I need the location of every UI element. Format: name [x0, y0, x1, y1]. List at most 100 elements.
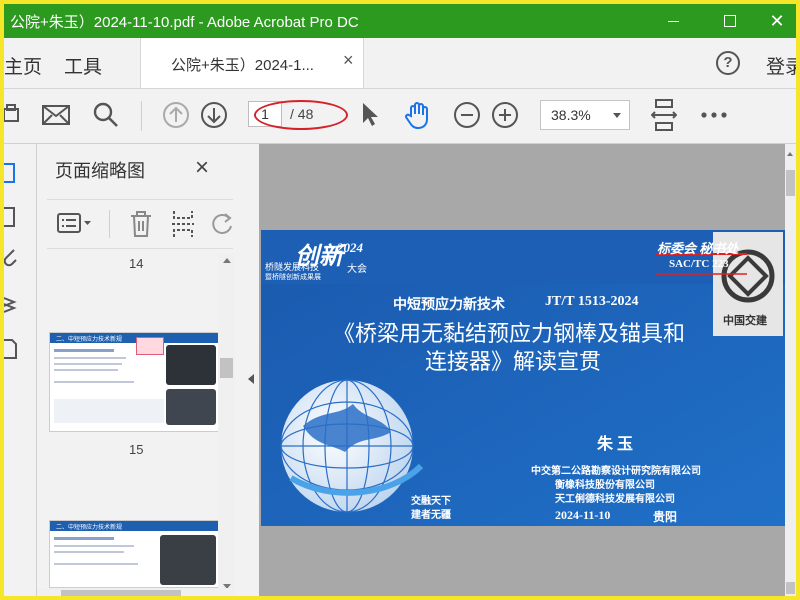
thumbnail-page-15[interactable]: 二、中短预应力技术新规 [49, 332, 219, 432]
thumbnail-scrollbar[interactable] [218, 254, 235, 594]
presenter-name: 朱 玉 [597, 436, 634, 453]
login-button[interactable]: 登录 [766, 52, 796, 79]
fit-page-button[interactable] [648, 99, 680, 131]
thumbnail-horizontal-scrollbar[interactable] [37, 588, 233, 596]
navigation-rail [4, 144, 37, 596]
document-tab[interactable]: 公院+朱玉）2024-1... × [140, 38, 364, 88]
more-tools-button[interactable] [698, 99, 730, 131]
cursor-arrow-icon [363, 103, 378, 126]
slide-title-line2: 连接器》解读宣贯 [425, 349, 602, 374]
scroll-thumb[interactable] [786, 170, 795, 196]
slide-date: 2024-11-10 [555, 508, 611, 522]
logo-year: 2024 [337, 240, 363, 255]
scroll-corner [786, 582, 795, 594]
zoom-in-button[interactable] [490, 99, 520, 131]
org-line-2: 衡橡科技股份有限公司 [555, 480, 655, 491]
collapse-arrow-icon[interactable] [248, 374, 254, 384]
thumbnail-page-number: 15 [129, 442, 144, 457]
search-button[interactable] [90, 99, 122, 131]
slide-subtitle-right: JT/T 1513-2024 [545, 294, 639, 309]
thumbnail-toolbar [47, 199, 233, 249]
minimize-icon [667, 20, 679, 22]
select-tool-button[interactable] [358, 99, 382, 131]
scroll-thumb[interactable] [61, 590, 181, 596]
close-window-button[interactable]: ✕ [754, 4, 796, 38]
toolbar-divider [141, 101, 142, 131]
extract-pages-icon[interactable] [171, 210, 195, 238]
trash-icon[interactable] [129, 210, 153, 238]
email-button[interactable] [40, 99, 72, 131]
thumb-photo [160, 535, 216, 585]
plus-circle-icon [492, 102, 518, 128]
help-button[interactable]: ? [716, 51, 740, 75]
maximize-button[interactable] [707, 4, 753, 38]
layers-icon[interactable] [4, 292, 18, 314]
thumb-diagram [54, 399, 164, 423]
tc-code: SAC/TC 223 [669, 258, 729, 270]
logo-sub: 大会 [347, 264, 367, 275]
thumb-text-line [54, 357, 126, 359]
thumb-text-line [54, 369, 118, 371]
arrow-up-circle-icon [163, 102, 189, 128]
cc-logo-text: 中国交建 [723, 315, 767, 327]
app-window: 公院+朱玉）2024-11-10.pdf - Adobe Acrobat Pro… [0, 0, 800, 600]
thumb-text-line [54, 545, 134, 547]
scroll-up-icon[interactable] [223, 258, 231, 263]
minus-circle-icon [454, 102, 480, 128]
rotate-icon[interactable] [211, 212, 233, 236]
thumbnail-page-16[interactable]: 二、中短预应力技术新规 [49, 520, 219, 588]
slide-subtitle-left: 中短预应力新技术 [393, 298, 505, 313]
slogan-line-2: 建者无疆 [411, 510, 451, 521]
more-icon [701, 112, 727, 118]
panel-title: 页面缩略图 [55, 161, 145, 181]
slogan-line-1: 交融天下 [411, 496, 451, 507]
thumbnails-panel: 页面缩略图 × 14 二、中短预应力技术新规 15 二、中短预应力技术新规 [37, 144, 244, 596]
org-line-3: 天工俐德科技发展有限公司 [555, 494, 675, 505]
thumb-text-line [54, 551, 124, 553]
org-line-1: 中交第二公路勘察设计研究院有限公司 [531, 466, 701, 477]
toolbar-divider [109, 210, 110, 238]
hand-icon [405, 102, 428, 130]
thumb-photo [166, 389, 216, 425]
thumb-header-text: 二、中短预应力技术新规 [56, 525, 123, 531]
title-bar: 公院+朱玉）2024-11-10.pdf - Adobe Acrobat Pro… [4, 4, 796, 38]
hand-tool-button[interactable] [402, 99, 434, 131]
highlight-annotation [254, 100, 348, 130]
arrow-down-circle-icon [201, 102, 227, 128]
thumb-label-box [136, 337, 164, 355]
scroll-thumb[interactable] [220, 358, 233, 378]
document-scrollbar[interactable] [785, 144, 796, 596]
thumb-text-line [54, 349, 114, 352]
document-tab-label: 公院+朱玉）2024-1... [171, 57, 314, 74]
panel-splitter[interactable] [244, 144, 258, 596]
bookmark-icon[interactable] [4, 206, 18, 228]
tools-menu[interactable]: 工具 [64, 52, 102, 79]
thumbnails-icon[interactable] [4, 162, 18, 184]
close-tab-button[interactable]: × [343, 50, 354, 71]
search-icon [93, 102, 118, 127]
previous-page-button[interactable] [160, 99, 192, 131]
close-panel-button[interactable]: × [195, 154, 209, 182]
attachment-icon[interactable] [4, 248, 18, 270]
zoom-value: 38.3% [551, 107, 591, 123]
home-menu[interactable]: 主页 [4, 52, 42, 79]
minimize-button[interactable] [650, 4, 696, 38]
print-button[interactable] [4, 99, 22, 131]
options-menu-icon[interactable] [57, 212, 93, 234]
fit-page-icon [651, 99, 677, 131]
menu-bar: 主页 工具 公院+朱玉）2024-1... × ? 登录 [4, 38, 796, 89]
print-icon [4, 104, 19, 122]
next-page-button[interactable] [198, 99, 230, 131]
thumb-text-line [54, 363, 122, 365]
window-title: 公院+朱玉）2024-11-10.pdf - Adobe Acrobat Pro… [10, 14, 359, 31]
document-icon[interactable] [4, 338, 18, 360]
thumb-text-line [54, 537, 114, 540]
zoom-out-button[interactable] [452, 99, 482, 131]
zoom-select[interactable]: 38.3% [540, 100, 630, 130]
document-view[interactable]: 创新 2024 大会 桥隧发展科技 暨桥隧创新成果展 标委会 秘书处 SAC/T… [259, 144, 796, 596]
mail-icon [42, 105, 70, 125]
committee-label: 标委会 秘书处 [657, 241, 739, 256]
slide-city: 贵阳 [653, 510, 678, 524]
thumb-photo [166, 345, 216, 385]
scroll-up-icon[interactable] [787, 152, 793, 156]
